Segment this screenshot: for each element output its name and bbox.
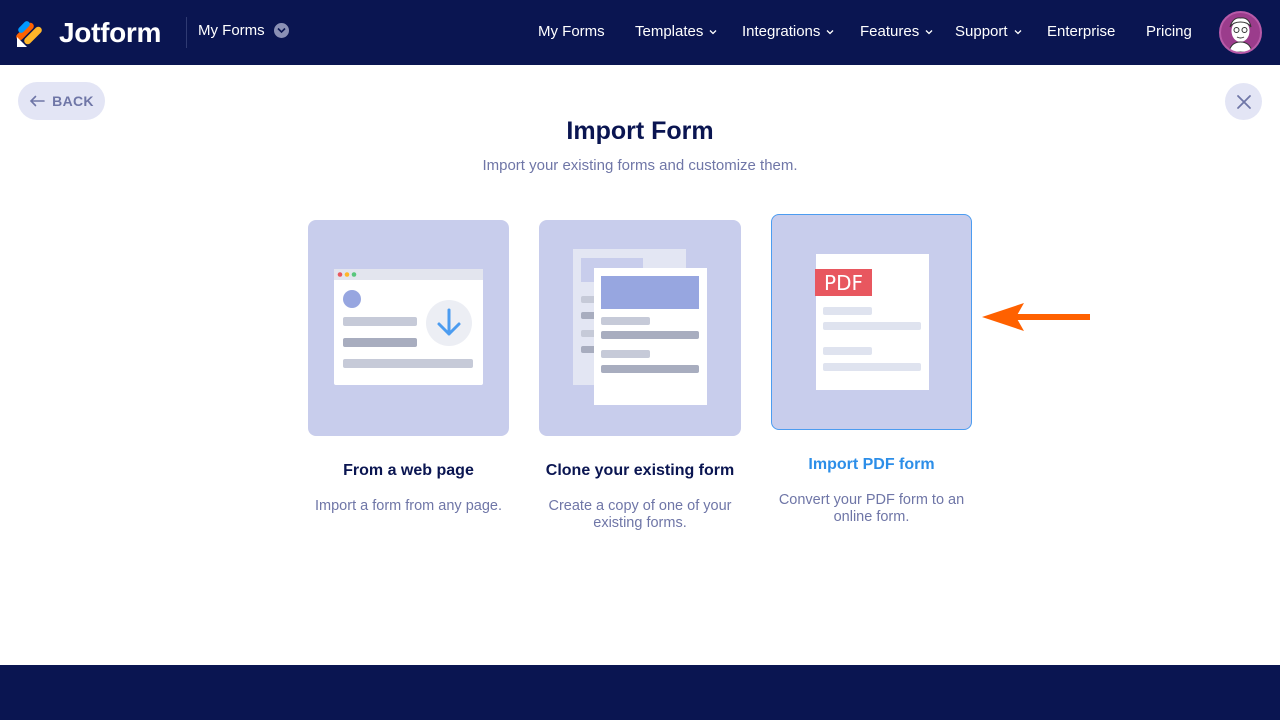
workspace-dropdown[interactable]: My Forms [198,22,289,39]
nav-label: Integrations [742,23,821,40]
jotform-logo-icon [16,18,46,48]
page-subtitle: Import your existing forms and customize… [482,157,798,174]
pointer-arrow-icon [982,303,1090,331]
nav-label: Enterprise [1047,23,1116,40]
nav-label: Features [860,23,920,40]
chevron-down-icon [925,29,933,34]
pdf-badge-label: PDF [824,271,863,295]
page-title: Import Form [566,117,714,145]
jotform-logo[interactable]: Jotform [16,17,161,49]
nav-support[interactable]: Support [955,23,1022,40]
nav-label: Support [955,23,1008,40]
option-title-web-page[interactable]: From a web page [308,462,509,480]
nav-pricing[interactable]: Pricing [1146,23,1192,40]
brand-name: Jotform [59,17,162,48]
web-page-import-illustration [334,269,483,385]
close-icon [1236,94,1251,109]
footer-bar [0,665,1280,720]
user-avatar-icon [1228,17,1253,52]
nav-templates[interactable]: Templates [635,23,717,40]
back-button-label: BACK [52,93,94,109]
option-title-clone-form[interactable]: Clone your existing form [539,462,741,480]
chevron-down-icon [709,29,717,34]
top-navigation-bar: Jotform My Forms My Forms Templates Inte… [0,0,1280,65]
nav-features[interactable]: Features [860,23,933,40]
nav-enterprise[interactable]: Enterprise [1047,23,1115,40]
nav-integrations[interactable]: Integrations [742,23,834,40]
option-card-import-pdf[interactable]: PDF [771,214,972,430]
header-divider [186,17,187,48]
nav-my-forms[interactable]: My Forms [538,23,605,40]
option-title-import-pdf[interactable]: Import PDF form [771,456,972,474]
chevron-down-icon [826,29,834,34]
nav-label: Pricing [1146,23,1192,40]
option-desc-import-pdf: Convert your PDF form to an online form. [778,492,965,525]
arrow-left-icon [30,95,45,107]
close-button[interactable] [1225,83,1262,120]
pdf-document-illustration: PDF [815,254,929,390]
option-card-web-page[interactable] [308,220,509,436]
back-button[interactable]: BACK [18,82,105,120]
option-card-clone-form[interactable] [539,220,741,436]
option-desc-web-page: Import a form from any page. [315,498,502,514]
workspace-dropdown-label: My Forms [198,22,265,39]
chevron-down-icon [1014,29,1022,34]
clone-form-illustration [573,249,707,405]
user-avatar[interactable] [1219,11,1262,54]
chevron-down-icon [273,23,289,38]
option-desc-clone-form: Create a copy of one of your existing fo… [548,498,732,531]
nav-label: Templates [635,23,704,40]
nav-label: My Forms [538,23,605,40]
